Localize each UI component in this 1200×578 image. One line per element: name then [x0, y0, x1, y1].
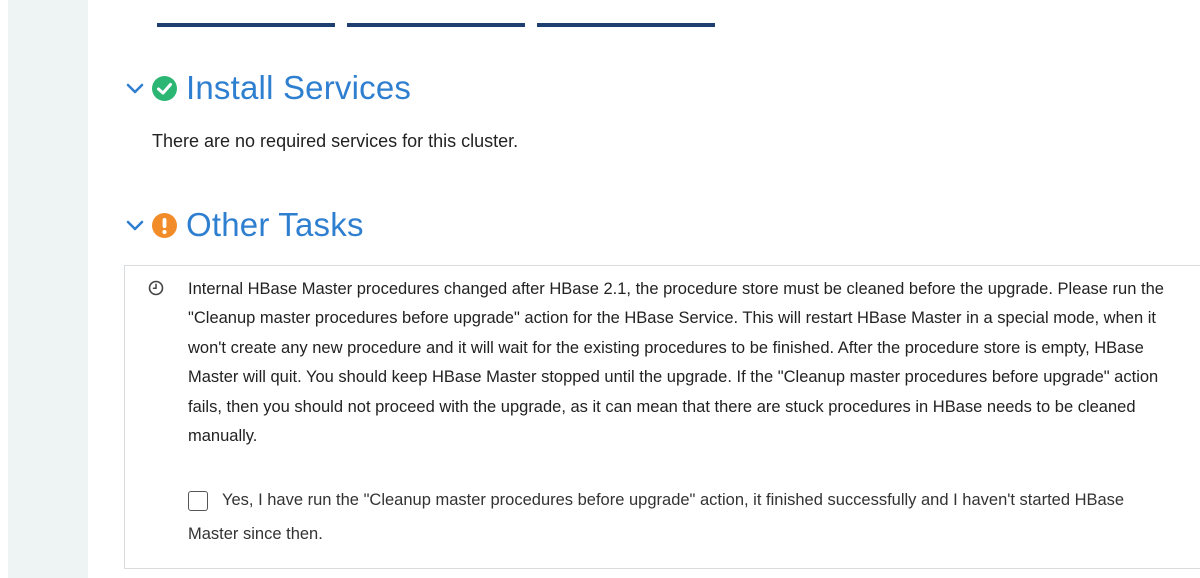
page: Install Services There are no required s…: [0, 0, 1200, 578]
chevron-down-icon[interactable]: [124, 77, 146, 99]
top-tab-1[interactable]: [157, 0, 335, 27]
check-circle-icon: [152, 75, 177, 101]
top-button-row: [157, 0, 715, 27]
task-description: Internal HBase Master procedures changed…: [188, 280, 1164, 446]
other-tasks-title: Other Tasks: [186, 206, 364, 243]
confirm-label[interactable]: Yes, I have run the "Cleanup master proc…: [188, 483, 1178, 551]
install-services-section: Install Services: [124, 68, 411, 108]
top-tab-3[interactable]: [537, 0, 715, 27]
top-tab-2[interactable]: [347, 0, 525, 27]
tab-underline: [347, 23, 525, 27]
install-services-header[interactable]: Install Services: [124, 68, 411, 108]
chevron-down-icon[interactable]: [124, 214, 146, 236]
tab-underline: [157, 23, 335, 27]
other-tasks-header[interactable]: Other Tasks: [124, 205, 364, 245]
tab-underline: [537, 23, 715, 27]
install-services-message: There are no required services for this …: [152, 131, 519, 151]
exclamation-circle-icon: [152, 212, 177, 238]
clock-icon: [148, 280, 164, 296]
confirm-row: Yes, I have run the "Cleanup master proc…: [188, 489, 1178, 551]
install-services-title: Install Services: [186, 69, 412, 106]
confirm-checkbox[interactable]: [188, 491, 208, 511]
other-tasks-section: Other Tasks: [124, 205, 364, 245]
left-sidebar: [8, 0, 88, 578]
task-card: Internal HBase Master procedures changed…: [124, 265, 1200, 569]
